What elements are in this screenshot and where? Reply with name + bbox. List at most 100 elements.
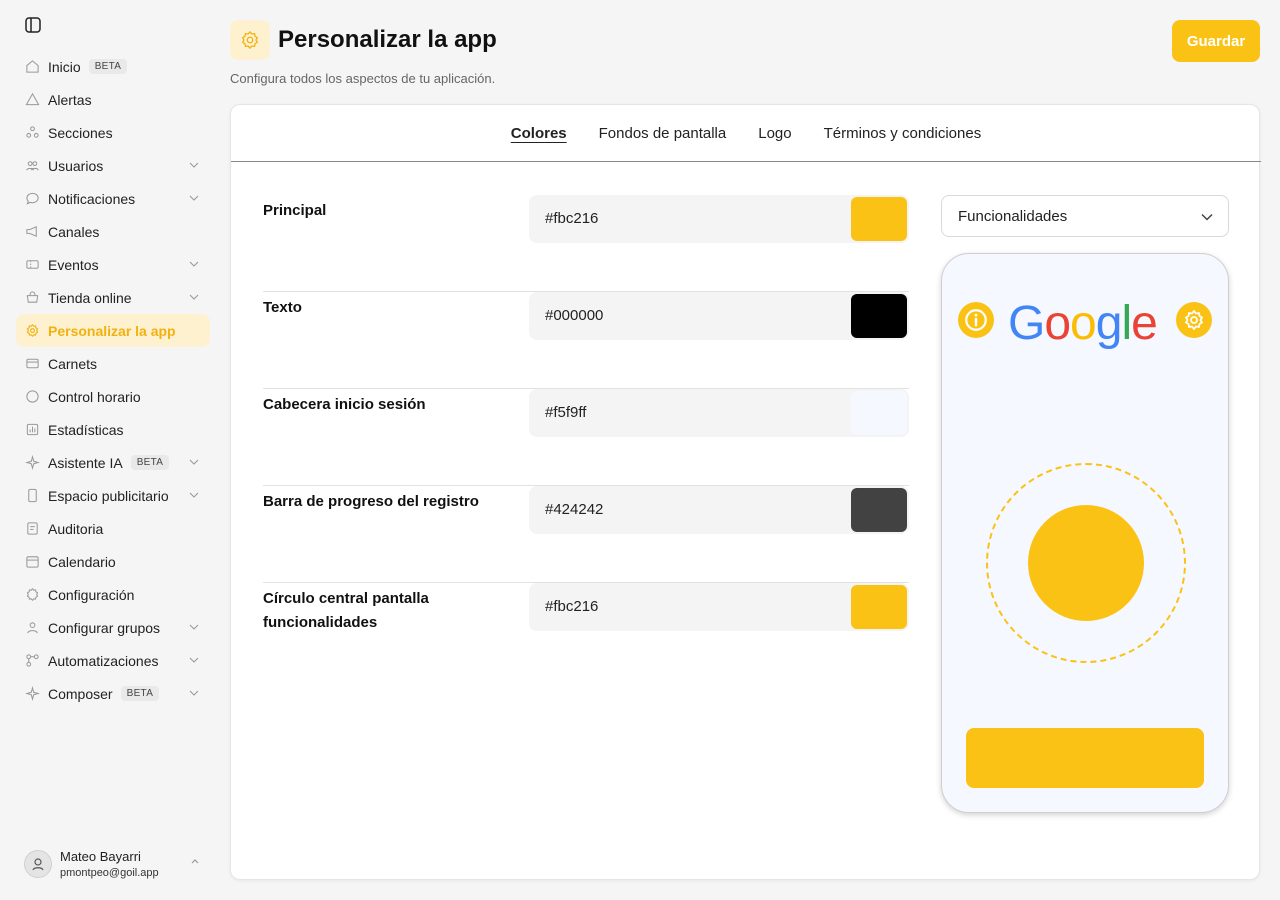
sidebar-item-label: Canales	[48, 223, 100, 240]
sidebar-item-calendario[interactable]: Calendario	[16, 545, 210, 578]
page-gear-icon	[230, 20, 270, 60]
chevron-down-icon	[189, 195, 199, 201]
sidebar-item-canales[interactable]: Canales	[16, 215, 210, 248]
color-hex-input[interactable]: #000000	[529, 292, 909, 340]
sidebar-item-automatizaciones[interactable]: Automatizaciones	[16, 644, 210, 677]
sidebar-item-alertas[interactable]: Alertas	[16, 83, 210, 116]
sidebar-item-label: Espacio publicitario	[48, 487, 169, 504]
sidebar-item-label: Secciones	[48, 124, 113, 141]
sidebar-item-secciones[interactable]: Secciones	[16, 116, 210, 149]
color-setting-label: Barra de progreso del registro	[263, 493, 479, 510]
color-hex-value: #fbc216	[545, 210, 599, 227]
sidebar-item-label: Configuración	[48, 586, 135, 603]
color-setting-row: Círculo central pantalla funcionalidades…	[263, 583, 909, 680]
tabs-bar: Colores Fondos de pantalla Logo Términos y …	[231, 105, 1261, 162]
sidebar-item-control-horario[interactable]: Control horario	[16, 380, 210, 413]
sidebar-item-espacio-publicitario[interactable]: Espacio publicitario	[16, 479, 210, 512]
color-swatch[interactable]	[851, 197, 907, 241]
color-swatch[interactable]	[851, 391, 907, 435]
phone-preview: Google	[941, 253, 1229, 813]
gear-icon	[24, 323, 40, 339]
sidebar-item-label: Asistente IA	[48, 454, 123, 471]
color-setting-label: Principal	[263, 202, 327, 219]
sidebar-item-label: Notificaciones	[48, 190, 136, 207]
sidebar-item-usuarios[interactable]: Usuarios	[16, 149, 210, 182]
home-icon	[24, 59, 40, 75]
audit-icon	[24, 521, 40, 537]
color-setting-label: Círculo central pantalla funcionalidades	[263, 590, 429, 631]
sidebar-item-label: Automatizaciones	[48, 652, 159, 669]
page-title: Personalizar la app	[278, 26, 497, 53]
sidebar: Inicio BETA Alertas Secciones Usuarios Notifi…	[0, 0, 216, 900]
chevron-down-icon	[189, 492, 199, 498]
color-swatch[interactable]	[851, 488, 907, 532]
stats-icon	[24, 422, 40, 438]
calendar-icon	[24, 554, 40, 570]
color-hex-value: #f5f9ff	[545, 404, 587, 421]
automation-icon	[24, 653, 40, 669]
color-swatch[interactable]	[851, 294, 907, 338]
user-profile[interactable]: Mateo Bayarri pmontpeo@goil.app	[24, 844, 210, 884]
beta-badge: BETA	[88, 59, 128, 74]
color-hex-input[interactable]: #424242	[529, 486, 909, 534]
sidebar-item-label: Estadísticas	[48, 421, 124, 438]
settings-icon	[24, 587, 40, 603]
beta-badge: BETA	[130, 455, 170, 470]
preview-screen-select[interactable]: Funcionalidades	[941, 195, 1229, 237]
sidebar-item-composer[interactable]: Composer BETA	[16, 677, 210, 710]
store-icon	[24, 290, 40, 306]
chevron-down-icon	[1201, 213, 1213, 221]
color-hex-value: #000000	[545, 307, 604, 324]
chevron-down-icon	[189, 459, 199, 465]
info-icon	[958, 302, 994, 338]
logo-letter: o	[1044, 297, 1071, 350]
chevron-down-icon	[189, 624, 199, 630]
color-setting-row: Texto #000000	[263, 292, 909, 389]
sidebar-item-label: Inicio	[48, 58, 81, 75]
color-hex-input[interactable]: #fbc216	[529, 195, 909, 243]
sidebar-item-personalizar-la-app[interactable]: Personalizar la app	[16, 314, 210, 347]
sidebar-nav: Inicio BETA Alertas Secciones Usuarios Notifi…	[16, 50, 210, 710]
user-name: Mateo Bayarri	[60, 849, 141, 864]
sidebar-item-label: Composer	[48, 685, 113, 702]
sections-icon	[24, 125, 40, 141]
sidebar-item-label: Eventos	[48, 256, 99, 273]
avatar	[24, 850, 52, 878]
chevron-up-icon	[191, 859, 199, 864]
color-swatch[interactable]	[851, 585, 907, 629]
phone-icon	[24, 488, 40, 504]
sidebar-item-configuracion[interactable]: Configuración	[16, 578, 210, 611]
sidebar-item-auditoria[interactable]: Auditoria	[16, 512, 210, 545]
chat-icon	[24, 191, 40, 207]
sidebar-item-asistente-ia[interactable]: Asistente IA BETA	[16, 446, 210, 479]
sidebar-item-eventos[interactable]: Eventos	[16, 248, 210, 281]
color-hex-input[interactable]: #fbc216	[529, 583, 909, 631]
sidebar-item-label: Auditoria	[48, 520, 104, 537]
preview-screen-select-value: Funcionalidades	[958, 207, 1068, 225]
sidebar-item-inicio[interactable]: Inicio BETA	[16, 50, 210, 83]
google-logo: Google	[1008, 296, 1168, 352]
megaphone-icon	[24, 224, 40, 240]
chevron-down-icon	[189, 294, 199, 300]
tab-0[interactable]: Colores	[511, 125, 567, 142]
chevron-down-icon	[189, 657, 199, 663]
logo-letter: o	[1070, 297, 1097, 350]
sidebar-item-carnets[interactable]: Carnets	[16, 347, 210, 380]
sidebar-item-label: Tienda online	[48, 289, 132, 306]
color-hex-value: #fbc216	[545, 598, 599, 615]
sidebar-item-configurar-grupos[interactable]: Configurar grupos	[16, 611, 210, 644]
sidebar-item-notificaciones[interactable]: Notificaciones	[16, 182, 210, 215]
tab-1[interactable]: Fondos de pantalla	[599, 125, 727, 142]
tab-3[interactable]: Términos y condiciones	[824, 125, 982, 142]
page-subtitle: Configura todos los aspectos de tu aplic…	[230, 71, 496, 86]
preview-primary-button	[966, 728, 1204, 788]
tab-2[interactable]: Logo	[758, 125, 791, 142]
sparkle-icon	[24, 455, 40, 471]
save-button[interactable]: Guardar	[1172, 20, 1260, 62]
color-hex-input[interactable]: #f5f9ff	[529, 389, 909, 437]
user-email: pmontpeo@goil.app	[60, 867, 159, 879]
sidebar-toggle-icon[interactable]	[24, 16, 42, 34]
sidebar-item-tienda-online[interactable]: Tienda online	[16, 281, 210, 314]
sidebar-item-estadisticas[interactable]: Estadísticas	[16, 413, 210, 446]
clock-icon	[24, 389, 40, 405]
